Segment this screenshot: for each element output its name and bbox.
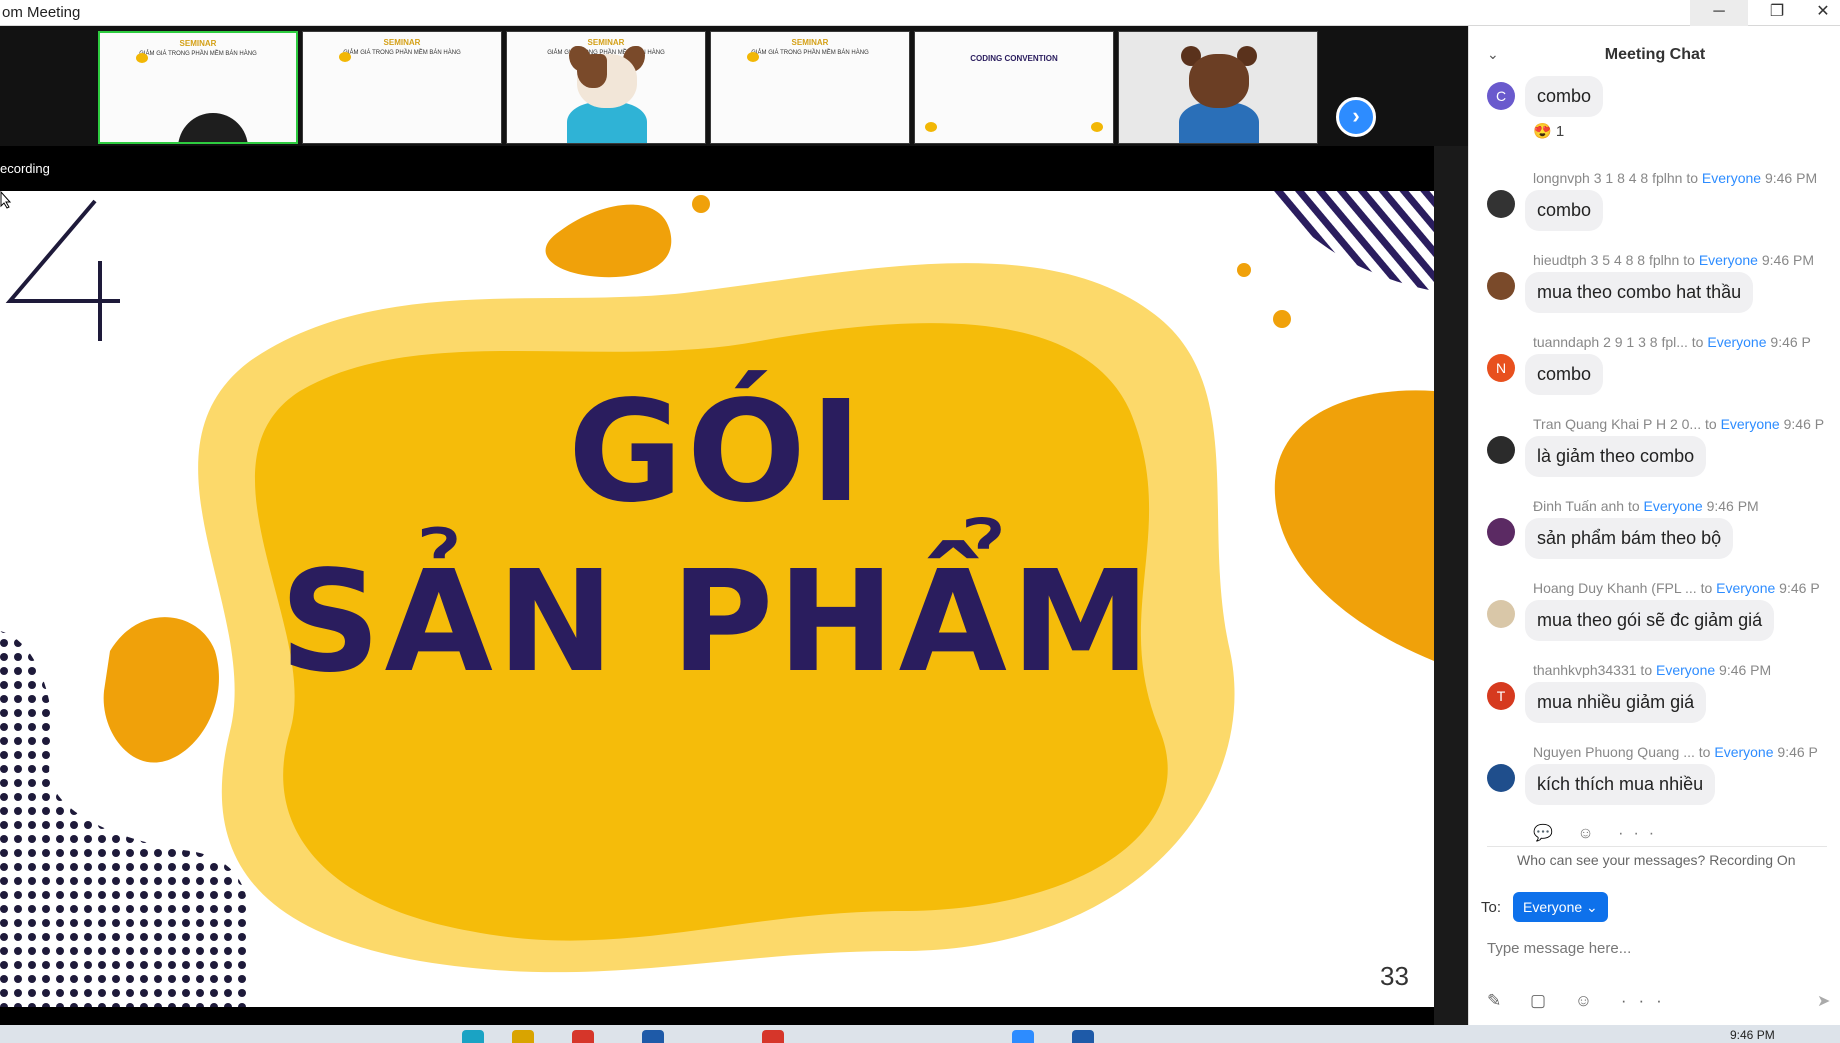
privacy-note[interactable]: Who can see your messages? Recording On (1517, 852, 1796, 868)
slide-number-four (5, 199, 120, 341)
zoom-window: om Meeting ─ ❐ ✕ SEMINAR GIẢM GIÁ TRONG … (0, 0, 1840, 1043)
os-taskbar: 9:46 PM (0, 1025, 1840, 1043)
chat-title: Meeting Chat (1604, 46, 1706, 63)
participant-thumbnail[interactable]: SEMINAR GIẢM GIÁ TRONG PHẦN MỀM BÁN HÀNG (302, 31, 502, 144)
chat-toolbar[interactable]: ✎ ▢ ☺ ··· (1487, 991, 1674, 1011)
thumbnail-subtitle: GIẢM GIÁ TRONG PHẦN MỀM BÁN HÀNG (343, 50, 461, 56)
chat-message-input[interactable] (1487, 930, 1827, 966)
send-icon[interactable]: ➤ (1817, 991, 1830, 1011)
avatar: N (1487, 354, 1515, 382)
message-text[interactable]: combo (1525, 76, 1604, 117)
to-label: To: (1481, 899, 1502, 916)
slide-title-line2: SẢN PHẨM (279, 541, 1155, 704)
message-meta: hieudtph 3 5 4 8 8 fplhn to Everyone 9:4… (1533, 252, 1814, 268)
thumbnail-title: CODING CONVENTION (970, 54, 1058, 63)
message-meta: tuanndaph 2 9 1 3 8 fpl... to Everyone 9… (1533, 334, 1811, 350)
message-meta: thanhkvph34331 to Everyone 9:46 PM (1533, 662, 1772, 678)
participant-strip: SEMINAR GIẢM GIÁ TRONG PHẦN MỀM BÁN HÀNG… (0, 26, 1468, 146)
taskbar-app-icon[interactable] (512, 1030, 534, 1043)
avatar (1487, 600, 1515, 628)
share-header: ecording (0, 146, 1434, 191)
message-text[interactable]: combo (1525, 190, 1604, 231)
thumbnail-subtitle: GIẢM GIÁ TRONG PHẦN MỀM BÁN HÀNG (751, 50, 869, 56)
participant-thumbnail[interactable] (1118, 31, 1318, 144)
thumbnail-title: SEMINAR (383, 38, 421, 47)
zoom-taskbar-icon[interactable] (1012, 1030, 1034, 1043)
message-meta: Đinh Tuấn anh to Everyone 9:46 PM (1533, 498, 1759, 514)
share-footer (0, 1007, 1434, 1025)
participant-video-head (178, 113, 248, 142)
participant-thumbnail[interactable]: SEMINAR GIẢM GIÁ TRONG PHẦN MỀM BÁN HÀNG (710, 31, 910, 144)
shared-slide: GÓI SẢN PHẨM 33 (0, 191, 1434, 1007)
mouse-cursor-icon (0, 191, 12, 209)
recipient-dropdown[interactable]: Everyone ⌄ (1513, 892, 1608, 922)
message-text[interactable]: kích thích mua nhiều (1525, 764, 1716, 805)
clock: 9:46 PM (1730, 1028, 1775, 1042)
avatar (1487, 272, 1515, 300)
title-bar: om Meeting ─ ❐ ✕ (0, 0, 1840, 26)
restore-button[interactable]: ❐ (1748, 0, 1806, 26)
dog-avatar (563, 42, 651, 143)
orange-blob-top (545, 204, 672, 278)
decor-blob (747, 52, 759, 62)
avatar (1487, 190, 1515, 218)
bear-avatar (1175, 42, 1263, 143)
orange-dot (1237, 263, 1251, 277)
slide-page-number: 33 (1380, 961, 1409, 991)
window-title: om Meeting (2, 4, 81, 21)
participant-thumbnail[interactable]: SEMINAR GIẢM GIÁ TRONG PHẦN MỀM BÁN HÀNG (506, 31, 706, 144)
decor-blob (136, 53, 148, 63)
orange-dot (692, 195, 710, 213)
taskbar-app-icon[interactable] (462, 1030, 484, 1043)
bee-icon (925, 122, 937, 132)
message-actions[interactable]: 💬 ☺ ··· (1533, 823, 1664, 843)
thumbnail-title: SEMINAR (179, 39, 217, 48)
message-meta: Tran Quang Khai P H 2 0... to Everyone 9… (1533, 416, 1825, 432)
message-meta: longnvph 3 1 8 4 8 fplhn to Everyone 9:4… (1533, 170, 1818, 186)
decor-blob (339, 52, 351, 62)
thumbnail-subtitle: GIẢM GIÁ TRONG PHẦN MỀM BÁN HÀNG (139, 51, 257, 57)
minimize-button[interactable]: ─ (1690, 0, 1748, 26)
taskbar-app-icon[interactable] (572, 1030, 594, 1043)
divider (1487, 846, 1827, 847)
stripe-pattern (1270, 191, 1434, 291)
avatar (1487, 518, 1515, 546)
close-button[interactable]: ✕ (1806, 0, 1840, 26)
orange-dot (1273, 310, 1291, 328)
taskbar-app-icon[interactable] (642, 1030, 664, 1043)
taskbar-app-icon[interactable] (762, 1030, 784, 1043)
next-page-button[interactable]: › (1336, 97, 1376, 137)
message-text[interactable]: mua nhiều giảm giá (1525, 682, 1707, 723)
message-meta: Hoang Duy Khanh (FPL ... to Everyone 9:4… (1533, 580, 1820, 596)
message-text[interactable]: mua theo gói sẽ đc giảm giá (1525, 600, 1775, 641)
participant-thumbnail[interactable]: CODING CONVENTION (914, 31, 1114, 144)
message-text[interactable]: combo (1525, 354, 1604, 395)
message-text[interactable]: sản phẩm bám theo bộ (1525, 518, 1734, 559)
message-text[interactable]: là giảm theo combo (1525, 436, 1707, 477)
slide-title-line1: GÓI (567, 371, 866, 534)
bee-icon (1091, 122, 1103, 132)
meeting-chat-panel: ⌄ Meeting Chat C combo 😍 1 longnvph 3 1 … (1468, 26, 1840, 1025)
avatar (1487, 436, 1515, 464)
message-text[interactable]: mua theo combo hat thầu (1525, 272, 1754, 313)
recording-label: ecording (0, 161, 50, 176)
avatar: T (1487, 682, 1515, 710)
avatar (1487, 764, 1515, 792)
avatar: C (1487, 82, 1515, 110)
thumbnail-title: SEMINAR (791, 38, 829, 47)
message-meta: Nguyen Phuong Quang ... to Everyone 9:46… (1533, 744, 1818, 760)
participant-thumbnail[interactable]: SEMINAR GIẢM GIÁ TRONG PHẦN MỀM BÁN HÀNG (98, 31, 298, 144)
taskbar-app-icon[interactable] (1072, 1030, 1094, 1043)
reaction-badge[interactable]: 😍 1 (1533, 122, 1564, 140)
